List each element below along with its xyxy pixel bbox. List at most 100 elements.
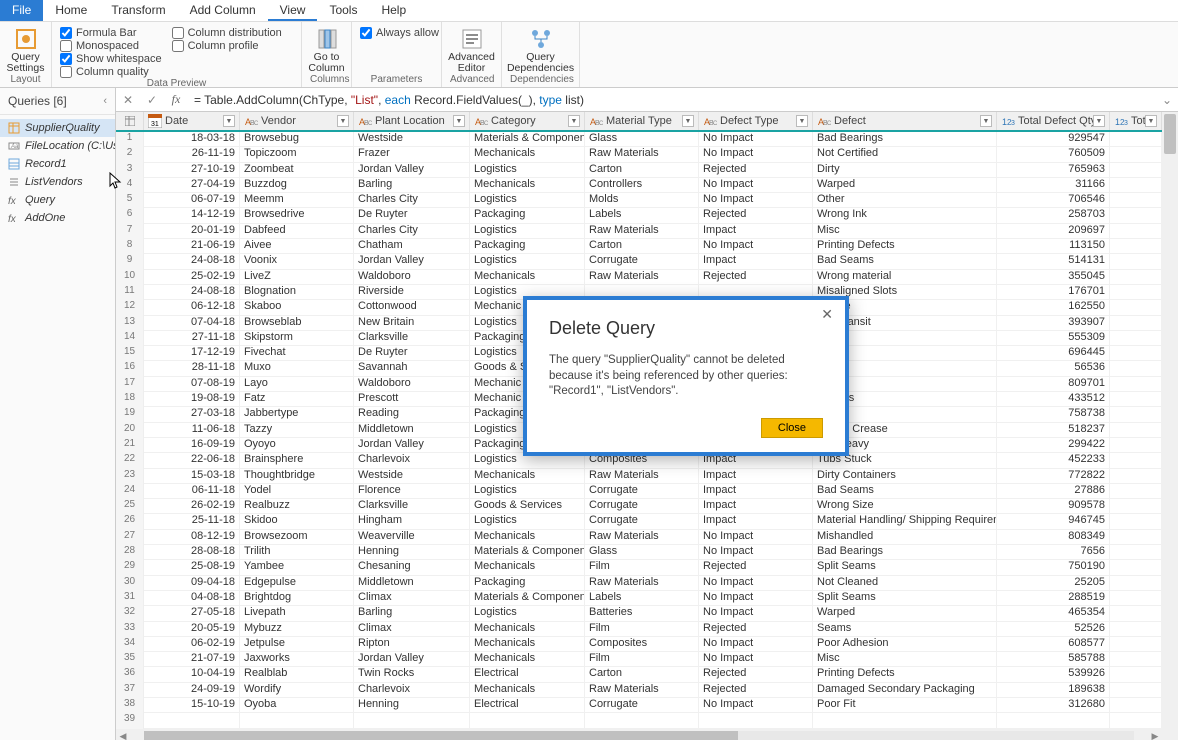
cell[interactable]: Cottonwood	[354, 300, 470, 315]
cell[interactable]	[1110, 469, 1162, 484]
checkbox-show-whitespace[interactable]: Show whitespace	[60, 53, 162, 65]
cell[interactable]: 25-11-18	[144, 514, 240, 529]
cell[interactable]: Rejected	[699, 683, 813, 698]
cell[interactable]: Carton	[585, 163, 699, 178]
cell[interactable]: Electrical	[470, 698, 585, 713]
cell[interactable]: Raw Materials	[585, 576, 699, 591]
cell[interactable]: 176701	[997, 285, 1110, 300]
cell[interactable]: 209697	[997, 224, 1110, 239]
cell[interactable]: 433512	[997, 392, 1110, 407]
cell[interactable]	[1110, 499, 1162, 514]
cell[interactable]: No Impact	[699, 178, 813, 193]
cell[interactable]	[1110, 667, 1162, 682]
cell[interactable]: Logistics	[470, 606, 585, 621]
table-row[interactable]: 3724-09-19WordifyCharlevoixMechanicalsRa…	[116, 683, 1162, 698]
menu-view[interactable]: View	[268, 0, 318, 21]
cell[interactable]: Reading	[354, 407, 470, 422]
cell[interactable]: 706546	[997, 193, 1110, 208]
cell[interactable]: 27886	[997, 484, 1110, 499]
cell[interactable]: Logistics	[470, 514, 585, 529]
cell[interactable]: Film	[585, 560, 699, 575]
cell[interactable]: 27-11-18	[144, 331, 240, 346]
table-row[interactable]: 2315-03-18ThoughtbridgeWestsideMechanica…	[116, 469, 1162, 484]
cell[interactable]: Yambee	[240, 560, 354, 575]
cell[interactable]: 514131	[997, 254, 1110, 269]
cell[interactable]: Raw Materials	[585, 270, 699, 285]
cell[interactable]: Mishandled	[813, 530, 997, 545]
menu-file[interactable]: File	[0, 0, 43, 21]
cell[interactable]: 21-06-19	[144, 239, 240, 254]
cell[interactable]: No Impact	[699, 576, 813, 591]
cell[interactable]: Fatz	[240, 392, 354, 407]
query-item-filelocation[interactable]: AaFileLocation (C:\Users...	[0, 137, 115, 155]
cell[interactable]: 22-06-18	[144, 453, 240, 468]
cell[interactable]	[1110, 438, 1162, 453]
cell[interactable]: Jaxworks	[240, 652, 354, 667]
cell[interactable]: Printing Defects	[813, 239, 997, 254]
filter-dropdown[interactable]: ▼	[568, 115, 580, 127]
cell[interactable]: Edgepulse	[240, 576, 354, 591]
table-row[interactable]: 3815-10-19OyobaHenningElectricalCorrugat…	[116, 698, 1162, 713]
cell[interactable]: Barling	[354, 606, 470, 621]
cell[interactable]: Warped	[813, 606, 997, 621]
cell[interactable]: Carton	[585, 239, 699, 254]
cell[interactable]: 07-04-18	[144, 316, 240, 331]
cell[interactable]	[1110, 484, 1162, 499]
menu-help[interactable]: Help	[369, 0, 418, 21]
cell[interactable]: Westside	[354, 132, 470, 147]
cell[interactable]: Mechanicals	[470, 530, 585, 545]
cell[interactable]: Mybuzz	[240, 622, 354, 637]
cell[interactable]: 06-11-18	[144, 484, 240, 499]
cell[interactable]: Corrugate	[585, 499, 699, 514]
cell[interactable]: Clarksville	[354, 331, 470, 346]
cell[interactable]: Bad Bearings	[813, 132, 997, 147]
menu-transform[interactable]: Transform	[99, 0, 177, 21]
cell[interactable]: Packaging	[470, 208, 585, 223]
cell[interactable]: Logistics	[470, 193, 585, 208]
cell[interactable]: Materials & Components	[470, 591, 585, 606]
column-header-total-dow[interactable]: 123Total Dow▼	[1110, 112, 1162, 130]
cell[interactable]: Mechanicals	[470, 637, 585, 652]
cell[interactable]: Mechanicals	[470, 560, 585, 575]
cell[interactable]: Realbuzz	[240, 499, 354, 514]
cell[interactable]: Zoombeat	[240, 163, 354, 178]
cell[interactable]: Dabfeed	[240, 224, 354, 239]
cell[interactable]: 929547	[997, 132, 1110, 147]
cell[interactable]: Logistics	[470, 163, 585, 178]
cell[interactable]: Fivechat	[240, 346, 354, 361]
cell[interactable]: Poor Fit	[813, 698, 997, 713]
cell[interactable]: De Ruyter	[354, 208, 470, 223]
cell[interactable]: 11-06-18	[144, 423, 240, 438]
cell[interactable]: Yodel	[240, 484, 354, 499]
cell[interactable]: Charlevoix	[354, 683, 470, 698]
cell[interactable]: Florence	[354, 484, 470, 499]
table-row[interactable]: 3009-04-18EdgepulseMiddletownPackagingRa…	[116, 576, 1162, 591]
table-row[interactable]: 427-04-19BuzzdogBarlingMechanicalsContro…	[116, 178, 1162, 193]
cell[interactable]: Raw Materials	[585, 683, 699, 698]
cell[interactable]: 765963	[997, 163, 1110, 178]
cell[interactable]: Skaboo	[240, 300, 354, 315]
cell[interactable]: Topiczoom	[240, 147, 354, 162]
cell[interactable]: 189638	[997, 683, 1110, 698]
table-row[interactable]: 1025-02-19LiveZWaldoboroMechanicalsRaw M…	[116, 270, 1162, 285]
cell[interactable]: 27-03-18	[144, 407, 240, 422]
cell[interactable]: Film	[585, 622, 699, 637]
cell[interactable]: Skidoo	[240, 514, 354, 529]
cell[interactable]: Trilith	[240, 545, 354, 560]
cell[interactable]: 06-07-19	[144, 193, 240, 208]
table-row[interactable]: 3521-07-19JaxworksJordan ValleyMechanica…	[116, 652, 1162, 667]
cell[interactable]: Dirty	[813, 163, 997, 178]
table-row[interactable]: 720-01-19DabfeedCharles CityLogisticsRaw…	[116, 224, 1162, 239]
cell[interactable]: Jordan Valley	[354, 163, 470, 178]
cell[interactable]: Layo	[240, 377, 354, 392]
cell[interactable]: Climax	[354, 622, 470, 637]
query-item-addone[interactable]: fxAddOne	[0, 209, 115, 227]
table-row[interactable]: 327-10-19ZoombeatJordan ValleyLogisticsC…	[116, 163, 1162, 178]
cell[interactable]: Wrong material	[813, 270, 997, 285]
cell[interactable]: 750190	[997, 560, 1110, 575]
cell[interactable]: Mechanicals	[470, 622, 585, 637]
cell[interactable]	[1110, 713, 1162, 728]
cell[interactable]: Blognation	[240, 285, 354, 300]
cell[interactable]: Mechanicals	[470, 652, 585, 667]
cell[interactable]: Logistics	[470, 254, 585, 269]
